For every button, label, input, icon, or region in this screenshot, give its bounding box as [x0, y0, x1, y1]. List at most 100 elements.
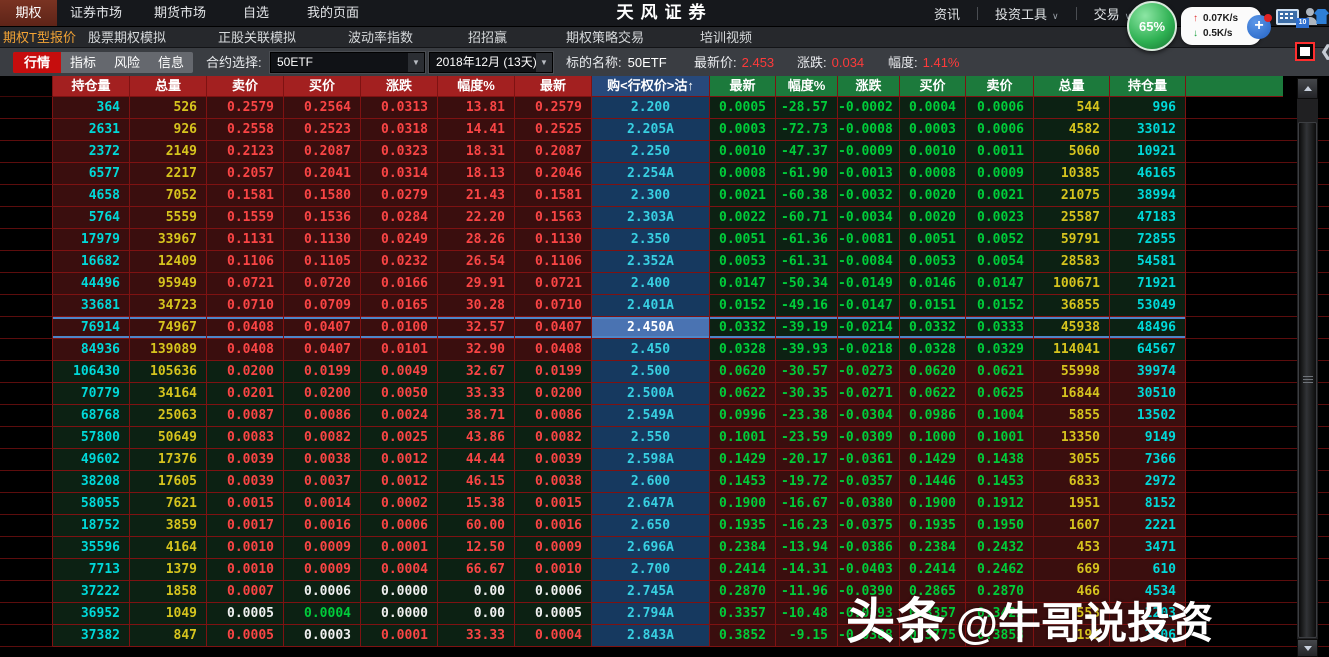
strike-cell[interactable]: 2.250: [592, 141, 710, 163]
call-oi-cell[interactable]: 2372: [53, 141, 130, 163]
add-button[interactable]: [1247, 15, 1271, 39]
call-oi-cell[interactable]: 76914: [53, 317, 130, 339]
scroll-up-button[interactable]: [1297, 78, 1318, 99]
put-vol-cell[interactable]: 45938: [1034, 317, 1110, 339]
call-vol-cell[interactable]: 2149: [130, 141, 207, 163]
call-oi-cell[interactable]: 58055: [53, 493, 130, 515]
call-pct-cell[interactable]: 66.67: [438, 559, 515, 581]
put-pct-cell[interactable]: -61.31: [776, 251, 838, 273]
put-ask-cell[interactable]: 0.1453: [966, 471, 1034, 493]
put-bid-cell[interactable]: 0.1429: [900, 449, 966, 471]
put-ask-cell[interactable]: 0.0625: [966, 383, 1034, 405]
call-ask-cell[interactable]: 0.2123: [207, 141, 284, 163]
call-bid-cell[interactable]: 0.2087: [284, 141, 361, 163]
call-chg-cell[interactable]: 0.0012: [361, 471, 438, 493]
put-chg-cell[interactable]: -0.0008: [838, 119, 900, 141]
strike-cell[interactable]: 2.647A: [592, 493, 710, 515]
call-ask-cell[interactable]: 0.0039: [207, 449, 284, 471]
call-bid-cell[interactable]: 0.1130: [284, 229, 361, 251]
sub-nav-item-5[interactable]: 期权策略交易: [566, 27, 644, 48]
put-vol-cell[interactable]: 1951: [1034, 493, 1110, 515]
put-ask-cell[interactable]: 0.0147: [966, 273, 1034, 295]
put-pct-cell[interactable]: -13.94: [776, 537, 838, 559]
view-tab-信息[interactable]: 信息: [149, 52, 193, 73]
strike-cell[interactable]: 2.500A: [592, 383, 710, 405]
put-vol-cell[interactable]: 13350: [1034, 427, 1110, 449]
call-vol-cell[interactable]: 50649: [130, 427, 207, 449]
put-bid-cell[interactable]: 0.2384: [900, 537, 966, 559]
call-ask-cell[interactable]: 0.0721: [207, 273, 284, 295]
strike-column-header[interactable]: 购<行权价>沽↑: [592, 76, 710, 97]
put-bid-cell[interactable]: 0.0622: [900, 383, 966, 405]
put-pct-cell[interactable]: -39.93: [776, 339, 838, 361]
call-vol-cell[interactable]: 17376: [130, 449, 207, 471]
sub-nav-item-6[interactable]: 培训视频: [700, 27, 752, 48]
call-bid-cell[interactable]: 0.2523: [284, 119, 361, 141]
put-oi-cell[interactable]: 2972: [1110, 471, 1186, 493]
put-vol-cell[interactable]: 3055: [1034, 449, 1110, 471]
expiry-select[interactable]: 2018年12月 (13天): [429, 52, 553, 73]
put-column-header[interactable]: 涨跌: [838, 76, 900, 97]
strike-cell[interactable]: 2.205A: [592, 119, 710, 141]
call-oi-cell[interactable]: 68768: [53, 405, 130, 427]
call-ask-cell[interactable]: 0.0408: [207, 317, 284, 339]
call-chg-cell[interactable]: 0.0001: [361, 625, 438, 647]
call-bid-cell[interactable]: 0.0407: [284, 339, 361, 361]
strike-cell[interactable]: 2.450: [592, 339, 710, 361]
call-vol-cell[interactable]: 847: [130, 625, 207, 647]
call-vol-cell[interactable]: 17605: [130, 471, 207, 493]
put-chg-cell[interactable]: -0.0013: [838, 163, 900, 185]
put-oi-cell[interactable]: 48496: [1110, 317, 1186, 339]
dropdown-caret-icon[interactable]: [536, 53, 552, 72]
put-bid-cell[interactable]: 0.2414: [900, 559, 966, 581]
strike-cell[interactable]: 2.700: [592, 559, 710, 581]
call-bid-cell[interactable]: 0.0009: [284, 537, 361, 559]
put-chg-cell[interactable]: -0.0375: [838, 515, 900, 537]
call-last-cell[interactable]: 0.0039: [515, 449, 592, 471]
call-oi-cell[interactable]: 16682: [53, 251, 130, 273]
call-chg-cell[interactable]: 0.0004: [361, 559, 438, 581]
call-column-header[interactable]: 持仓量: [53, 76, 130, 97]
call-last-cell[interactable]: 0.1106: [515, 251, 592, 273]
call-ask-cell[interactable]: 0.2558: [207, 119, 284, 141]
put-chg-cell[interactable]: -0.0084: [838, 251, 900, 273]
put-last-cell[interactable]: 0.0332: [710, 317, 776, 339]
call-chg-cell[interactable]: 0.0313: [361, 97, 438, 119]
call-vol-cell[interactable]: 1858: [130, 581, 207, 603]
view-tab-行情[interactable]: 行情: [13, 52, 61, 73]
put-last-cell[interactable]: 0.0021: [710, 185, 776, 207]
put-chg-cell[interactable]: -0.0271: [838, 383, 900, 405]
put-last-cell[interactable]: 0.0620: [710, 361, 776, 383]
put-pct-cell[interactable]: -9.15: [776, 625, 838, 647]
put-ask-cell[interactable]: 0.1004: [966, 405, 1034, 427]
call-last-cell[interactable]: 0.0015: [515, 493, 592, 515]
call-ask-cell[interactable]: 0.0201: [207, 383, 284, 405]
put-vol-cell[interactable]: 544: [1034, 97, 1110, 119]
call-bid-cell[interactable]: 0.0407: [284, 317, 361, 339]
call-vol-cell[interactable]: 25063: [130, 405, 207, 427]
put-chg-cell[interactable]: -0.0361: [838, 449, 900, 471]
put-pct-cell[interactable]: -20.17: [776, 449, 838, 471]
put-chg-cell[interactable]: -0.0009: [838, 141, 900, 163]
put-bid-cell[interactable]: 0.0328: [900, 339, 966, 361]
put-ask-cell[interactable]: 0.1912: [966, 493, 1034, 515]
call-pct-cell[interactable]: 18.31: [438, 141, 515, 163]
put-pct-cell[interactable]: -49.16: [776, 295, 838, 317]
put-ask-cell[interactable]: 0.1001: [966, 427, 1034, 449]
call-vol-cell[interactable]: 7052: [130, 185, 207, 207]
put-pct-cell[interactable]: -16.23: [776, 515, 838, 537]
put-vol-cell[interactable]: 21075: [1034, 185, 1110, 207]
put-pct-cell[interactable]: -14.31: [776, 559, 838, 581]
call-pct-cell[interactable]: 13.81: [438, 97, 515, 119]
put-pct-cell[interactable]: -30.35: [776, 383, 838, 405]
put-last-cell[interactable]: 0.1001: [710, 427, 776, 449]
put-bid-cell[interactable]: 0.0020: [900, 207, 966, 229]
call-chg-cell[interactable]: 0.0049: [361, 361, 438, 383]
call-pct-cell[interactable]: 0.00: [438, 603, 515, 625]
call-pct-cell[interactable]: 44.44: [438, 449, 515, 471]
call-ask-cell[interactable]: 0.0017: [207, 515, 284, 537]
call-ask-cell[interactable]: 0.1106: [207, 251, 284, 273]
put-last-cell[interactable]: 0.0622: [710, 383, 776, 405]
call-oi-cell[interactable]: 37222: [53, 581, 130, 603]
call-chg-cell[interactable]: 0.0024: [361, 405, 438, 427]
